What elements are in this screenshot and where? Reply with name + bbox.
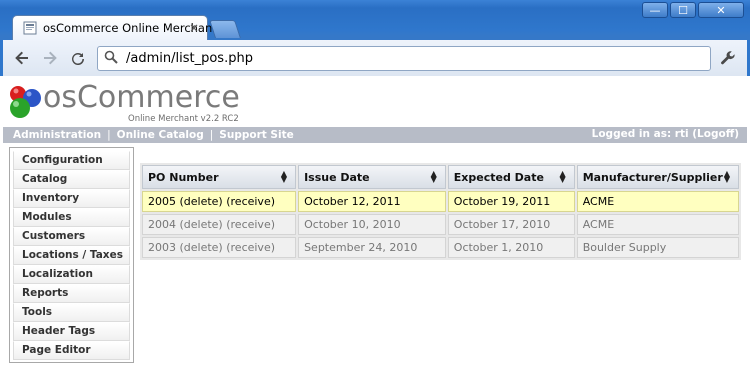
nav-link-administration[interactable]: Administration (13, 129, 101, 141)
column-label: Expected Date (453, 170, 544, 184)
admin-page: osCommerce Online Merchant v2.2 RC2 Admi… (3, 76, 747, 372)
sort-arrows-icon[interactable]: ▲ ▼ (431, 170, 437, 184)
nav-link-online-catalog[interactable]: Online Catalog (117, 129, 204, 141)
sidebar-item-page-editor[interactable]: Page Editor (13, 341, 130, 360)
sidebar-item-customers[interactable]: Customers (13, 227, 130, 246)
sidebar-item-catalog[interactable]: Catalog (13, 170, 130, 189)
expected-date-cell: October 1, 2010 (447, 237, 575, 258)
address-bar[interactable]: /admin/list_pos.php (97, 46, 711, 71)
column-header-po-number[interactable]: PO Number ▲ ▼ (142, 165, 297, 189)
window-controls: — ☐ ✕ (642, 2, 744, 18)
maximize-button[interactable]: ☐ (670, 2, 696, 18)
reload-icon[interactable] (69, 49, 87, 67)
issue-date-cell: October 10, 2010 (298, 214, 446, 235)
url-text: /admin/list_pos.php (126, 51, 253, 66)
forward-arrow-icon[interactable] (41, 49, 59, 67)
column-header-expected-date[interactable]: Expected Date ▲ ▼ (447, 165, 575, 189)
issue-date-cell: September 24, 2010 (298, 237, 446, 258)
purchase-orders-table: PO Number ▲ ▼ Issue Date ▲ ▼ Expected Date… (140, 163, 741, 260)
supplier-cell: Boulder Supply (576, 237, 739, 258)
po-number-cell[interactable]: 2005 (delete) (receive) (142, 191, 297, 212)
logo-balls-icon (10, 86, 41, 118)
table-row[interactable]: 2005 (delete) (receive) October 12, 2011… (142, 191, 739, 212)
wrench-icon[interactable] (719, 49, 737, 67)
supplier-cell: ACME (576, 191, 739, 212)
sort-arrows-icon[interactable]: ▲ ▼ (560, 170, 566, 184)
sidebar-item-localization[interactable]: Localization (13, 265, 130, 284)
table-row[interactable]: 2004 (delete) (receive) October 10, 2010… (142, 214, 739, 235)
column-header-issue-date[interactable]: Issue Date ▲ ▼ (298, 165, 446, 189)
oscommerce-logo[interactable]: osCommerce Online Merchant v2.2 RC2 (7, 80, 247, 126)
new-tab-button[interactable] (209, 20, 241, 38)
column-label: Manufacturer/Supplier (582, 170, 723, 184)
column-label: Issue Date (304, 170, 370, 184)
po-number-cell[interactable]: 2003 (delete) (receive) (142, 237, 297, 258)
sidebar-item-configuration[interactable]: Configuration (13, 151, 130, 170)
sidebar-item-locations-taxes[interactable]: Locations / Taxes (13, 246, 130, 265)
table-row[interactable]: 2003 (delete) (receive) September 24, 20… (142, 237, 739, 258)
header-nav-bar: Administration | Online Catalog | Suppor… (3, 127, 747, 143)
sidebar-item-reports[interactable]: Reports (13, 284, 130, 303)
minimize-button[interactable]: — (642, 2, 668, 18)
issue-date-cell: October 12, 2011 (298, 191, 446, 212)
table-header-row: PO Number ▲ ▼ Issue Date ▲ ▼ Expected Date… (142, 165, 739, 189)
nav-separator: | (209, 129, 214, 141)
expected-date-cell: October 17, 2010 (447, 214, 575, 235)
sort-arrows-icon[interactable]: ▲ ▼ (724, 170, 730, 184)
sidebar-item-inventory[interactable]: Inventory (13, 189, 130, 208)
page-favicon-icon (23, 21, 37, 35)
browser-tab[interactable]: osCommerce Online Merchant × (12, 15, 217, 40)
column-header-manufacturer-supplier[interactable]: Manufacturer/Supplier ▲ ▼ (576, 165, 739, 189)
logo-subtitle: Online Merchant v2.2 RC2 (128, 114, 239, 124)
back-arrow-icon[interactable] (13, 49, 31, 67)
close-window-button[interactable]: ✕ (698, 2, 744, 18)
purchase-orders-table-wrap: PO Number ▲ ▼ Issue Date ▲ ▼ Expected Date… (140, 163, 741, 260)
sort-arrows-icon[interactable]: ▲ ▼ (281, 170, 287, 184)
column-label: PO Number (148, 170, 219, 184)
logo-wordmark: osCommerce (43, 80, 240, 115)
nav-link-support-site[interactable]: Support Site (219, 129, 293, 141)
tab-close-icon[interactable]: × (189, 21, 199, 35)
search-icon (104, 50, 118, 67)
browser-chrome: — ☐ ✕ osCommerce Online Merchant × /admi… (0, 0, 750, 76)
sidebar-item-tools[interactable]: Tools (13, 303, 130, 322)
supplier-cell: ACME (576, 214, 739, 235)
admin-sidebar: Configuration Catalog Inventory Modules … (9, 147, 134, 363)
nav-separator: | (107, 129, 111, 141)
sidebar-item-header-tags[interactable]: Header Tags (13, 322, 130, 341)
expected-date-cell: October 19, 2011 (447, 191, 575, 212)
browser-toolbar: /admin/list_pos.php (0, 40, 750, 76)
po-number-cell[interactable]: 2004 (delete) (receive) (142, 214, 297, 235)
login-status[interactable]: Logged in as: rti (Logoff) (592, 128, 739, 140)
sidebar-item-modules[interactable]: Modules (13, 208, 130, 227)
